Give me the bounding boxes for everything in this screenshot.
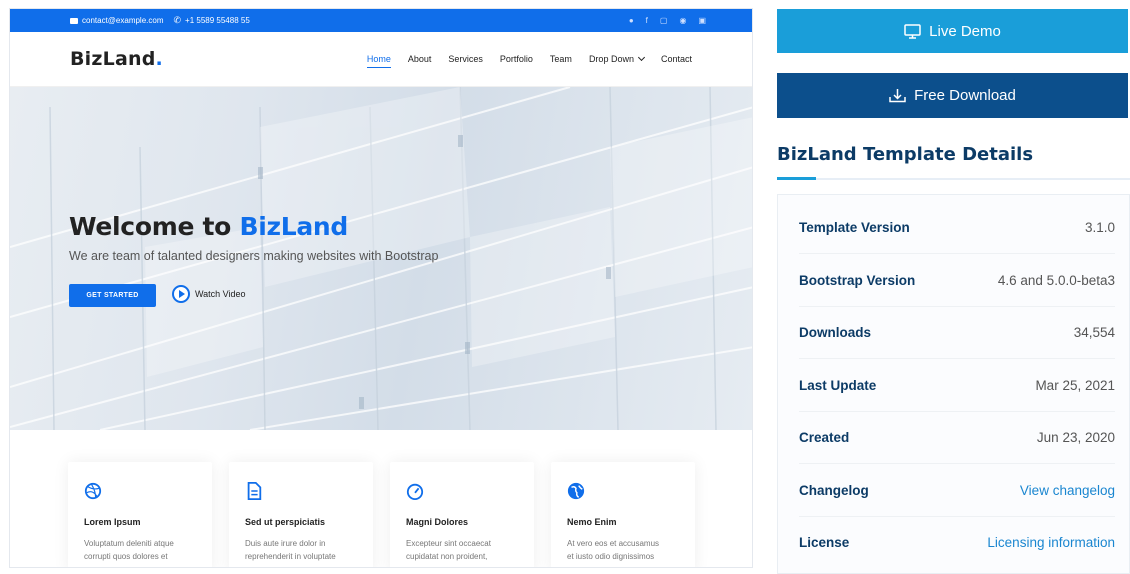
- detail-row: Downloads 34,554: [799, 306, 1115, 359]
- service-card-title: Magni Dolores: [406, 517, 469, 527]
- nav-contact[interactable]: Contact: [661, 54, 692, 68]
- nav-drop-down[interactable]: Drop Down: [589, 54, 644, 68]
- desc-line: et iusto odio dignissimos: [567, 552, 655, 561]
- twitter-icon[interactable]: ●: [629, 16, 634, 25]
- free-download-label: Free Download: [914, 87, 1016, 104]
- detail-key: Template Version: [799, 219, 910, 235]
- watch-video-label: Watch Video: [195, 289, 246, 299]
- detail-value: Jun 23, 2020: [1036, 429, 1115, 445]
- topbar-email-text: contact@example.com: [82, 16, 164, 25]
- licensing-information-link[interactable]: Licensing information: [987, 535, 1115, 550]
- nav-services[interactable]: Services: [448, 54, 483, 68]
- detail-row: Changelog View changelog: [799, 464, 1115, 517]
- hero-title-brand: BizLand: [239, 212, 349, 241]
- service-card-title: Sed ut perspiciatis: [245, 517, 326, 527]
- detail-key: License: [799, 535, 850, 550]
- service-card[interactable]: Magni Dolores Excepteur sint occaecat cup…: [390, 462, 534, 567]
- top-bar: contact@example.com ✆ +1 5589 55488 55 ●…: [10, 9, 752, 32]
- detail-row: Template Version 3.1.0: [799, 201, 1115, 254]
- detail-row: Last Update Mar 25, 2021: [799, 359, 1115, 412]
- service-card[interactable]: Lorem Ipsum Voluptatum deleniti atque cor…: [68, 462, 212, 567]
- hero-section: Welcome to BizLand We are team of talant…: [10, 87, 752, 430]
- detail-row: Bootstrap Version 4.6 and 5.0.0-beta3: [799, 254, 1115, 307]
- linkedin-icon[interactable]: ▣: [698, 16, 706, 25]
- title-accent: [777, 177, 816, 180]
- detail-value: 3.1.0: [1084, 219, 1115, 235]
- detail-key: Bootstrap Version: [799, 272, 916, 288]
- topbar-email[interactable]: contact@example.com: [70, 16, 164, 25]
- free-download-button[interactable]: Free Download: [777, 73, 1128, 118]
- live-demo-button[interactable]: Live Demo: [777, 9, 1128, 53]
- dribbble-icon: [84, 482, 102, 500]
- template-sidebar: Live Demo Free Download BizLand Template…: [777, 0, 1130, 574]
- topbar-phone-text: +1 5589 55488 55: [185, 16, 250, 25]
- desc-line: At vero eos et accusamus: [567, 539, 660, 548]
- service-card-desc: Excepteur sint occaecat cupidatat non pro…: [406, 537, 518, 563]
- phone-icon: ✆: [173, 15, 182, 25]
- facebook-icon[interactable]: f: [646, 16, 648, 25]
- website-preview: contact@example.com ✆ +1 5589 55488 55 ●…: [9, 8, 753, 568]
- world-icon: [567, 482, 585, 500]
- download-icon: [889, 89, 906, 103]
- detail-value: 4.6 and 5.0.0-beta3: [997, 272, 1115, 288]
- detail-key: Created: [799, 429, 850, 445]
- logo-text: BizLand: [70, 48, 156, 70]
- envelope-icon: [70, 17, 78, 24]
- tachometer-icon: [406, 483, 424, 500]
- social-links: ● f ▢ ◉ ▣: [629, 9, 706, 32]
- nav-portfolio[interactable]: Portfolio: [500, 54, 533, 68]
- detail-key: Downloads: [799, 324, 872, 340]
- play-icon: [172, 285, 190, 303]
- monitor-icon: [904, 23, 921, 39]
- service-card[interactable]: Nemo Enim At vero eos et accusamus et ius…: [551, 462, 695, 567]
- desc-line: corrupti quos dolores et: [84, 552, 168, 561]
- detail-key: Changelog: [799, 482, 869, 498]
- watch-video-link[interactable]: Watch Video: [172, 285, 246, 303]
- hero-subtitle: We are team of talanted designers making…: [69, 249, 439, 263]
- instagram-icon[interactable]: ▢: [660, 16, 668, 25]
- file-icon: [247, 482, 262, 500]
- details-title: BizLand Template Details: [777, 144, 1034, 165]
- live-demo-label: Live Demo: [929, 22, 1001, 40]
- topbar-phone[interactable]: ✆ +1 5589 55488 55: [174, 15, 250, 26]
- detail-key: Last Update: [799, 377, 877, 393]
- view-changelog-link[interactable]: View changelog: [1020, 483, 1115, 498]
- services-cards: Lorem Ipsum Voluptatum deleniti atque cor…: [68, 462, 695, 567]
- title-divider: [777, 178, 1130, 180]
- get-started-button[interactable]: GET STARTED: [69, 284, 156, 307]
- desc-line: Duis aute irure dolor in: [245, 539, 326, 548]
- site-logo[interactable]: BizLand.: [70, 48, 163, 70]
- site-nav: Home About Services Portfolio Team Drop …: [366, 54, 692, 68]
- service-card[interactable]: Sed ut perspiciatis Duis aute irure dolo…: [229, 462, 373, 567]
- hero-title-prefix: Welcome to: [69, 212, 240, 241]
- nav-about[interactable]: About: [408, 54, 432, 68]
- desc-line: Excepteur sint occaecat: [406, 539, 491, 548]
- nav-home[interactable]: Home: [366, 54, 391, 68]
- service-card-desc: At vero eos et accusamus et iusto odio di…: [567, 537, 679, 563]
- service-card-title: Nemo Enim: [567, 517, 617, 527]
- service-card-desc: Voluptatum deleniti atque corrupti quos d…: [84, 537, 196, 563]
- service-card-title: Lorem Ipsum: [84, 517, 141, 527]
- details-table: Template Version 3.1.0 Bootstrap Version…: [777, 194, 1130, 574]
- desc-line: cupidatat non proident,: [406, 552, 488, 561]
- desc-line: reprehenderit in voluptate: [245, 552, 336, 561]
- hero-title: Welcome to BizLand: [69, 212, 348, 241]
- detail-value: Mar 25, 2021: [1035, 377, 1115, 393]
- nav-team[interactable]: Team: [550, 54, 572, 68]
- logo-dot: .: [155, 48, 163, 70]
- skype-icon[interactable]: ◉: [679, 16, 686, 25]
- detail-value: 34,554: [1073, 324, 1115, 340]
- detail-row: License Licensing information: [799, 516, 1115, 569]
- detail-row: Created Jun 23, 2020: [799, 411, 1115, 464]
- desc-line: Voluptatum deleniti atque: [84, 539, 174, 548]
- service-card-desc: Duis aute irure dolor in reprehenderit in…: [245, 537, 357, 563]
